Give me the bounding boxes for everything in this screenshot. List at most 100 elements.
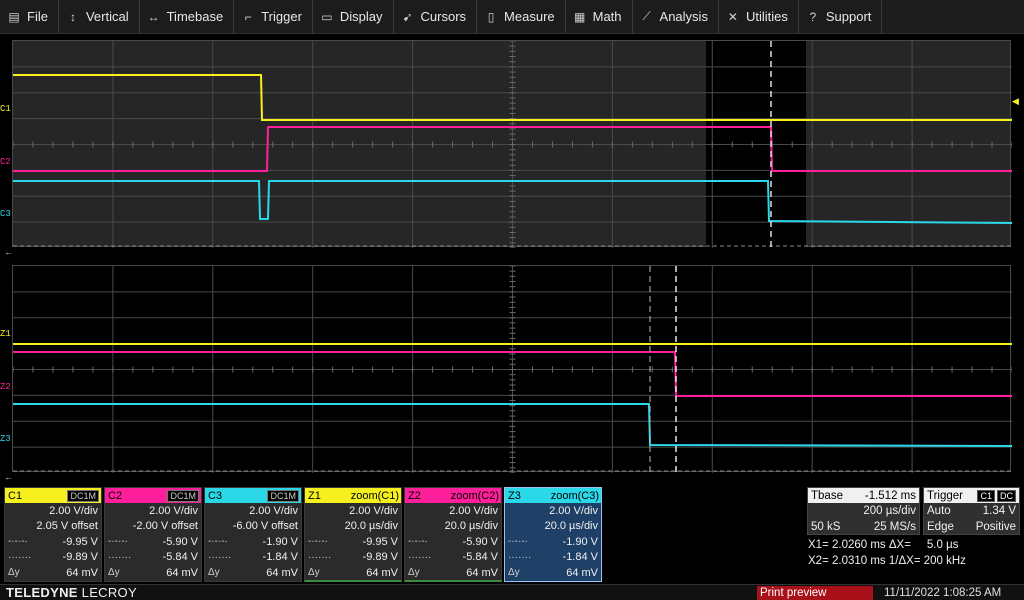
descriptor-vdiv: 2.00 V/div xyxy=(49,504,98,517)
menu-label: File xyxy=(27,9,48,24)
main-waveform-display xyxy=(13,41,1012,248)
descriptor-name: Z3 xyxy=(508,489,521,502)
timebase-label: Tbase xyxy=(811,489,843,502)
trigger-coupling: DC xyxy=(997,489,1016,502)
cursor-1-line-icon: -·-·-· xyxy=(508,536,528,548)
descriptor-delta-y: 64 mV xyxy=(566,566,598,579)
cursor-1-line-icon: -·-·-· xyxy=(308,536,328,548)
menu-label: Math xyxy=(592,9,622,24)
delta-y-label: Δy xyxy=(508,567,520,579)
descriptor-c2[interactable]: C2 DC1M 2.00 V/div -2.00 V offset -·-·-· -5.9… xyxy=(104,487,202,582)
measure-icon: ▯ xyxy=(487,9,495,24)
display-icon: ▭ xyxy=(321,9,333,24)
trigger-descriptor[interactable]: Trigger C1 DC Auto 1.34 V Edge Positive xyxy=(923,487,1020,535)
menu-math[interactable]: ▦ Math xyxy=(566,0,633,34)
descriptor-cursor1: -5.90 V xyxy=(462,535,498,548)
descriptor-cursor2: -1.84 V xyxy=(562,551,598,564)
cursor-1-line-icon: -·-·-· xyxy=(8,536,28,548)
descriptor-name: C3 xyxy=(208,489,223,502)
trigger-icon: ⌐ xyxy=(244,9,252,24)
cursor-2-line-icon: ······· xyxy=(508,551,532,563)
timebase-per-div: 200 µs/div xyxy=(863,505,916,517)
status-bar: TELEDYNE LECROY Print preview 11/11/2022… xyxy=(0,584,1024,600)
descriptor-tag: zoom(C2) xyxy=(450,489,499,502)
descriptor-cursor1: -9.95 V xyxy=(62,535,98,548)
trace-label-z1: Z1 xyxy=(0,329,11,339)
delta-y-label: Δy xyxy=(308,567,320,579)
menu-cursors[interactable]: ➹ Cursors xyxy=(394,0,478,34)
brand-logo: TELEDYNE LECROY xyxy=(6,585,137,600)
descriptor-vdiv: 2.00 V/div xyxy=(549,504,598,517)
descriptor-c3[interactable]: C3 DC1M 2.00 V/div -6.00 V offset -·-·-· -1.9… xyxy=(204,487,302,582)
timebase-descriptor[interactable]: Tbase -1.512 ms 200 µs/div 50 kS 25 MS/s xyxy=(807,487,920,535)
cursor-x2-readout: X2= 2.0310 ms 1/ΔX= 200 kHz xyxy=(808,555,966,567)
menu-vertical[interactable]: ↕ Vertical xyxy=(59,0,140,34)
cursor-readout[interactable]: X1= 2.0260 ms ΔX= 5.0 µs X2= 2.0310 ms 1… xyxy=(808,537,1020,569)
horizontal-arrows-icon: ↔ xyxy=(147,9,160,24)
zoom-waveform-grid[interactable] xyxy=(12,265,1012,473)
descriptor-vdiv: 2.00 V/div xyxy=(249,504,298,517)
menu-support[interactable]: ? Support xyxy=(799,0,883,34)
menu-label: Utilities xyxy=(745,9,788,24)
descriptor-name: C2 xyxy=(108,489,123,502)
descriptor-cursor2: -1.84 V xyxy=(262,551,298,564)
descriptor-cursor2: -9.89 V xyxy=(62,551,98,564)
descriptor-cursor2: -9.89 V xyxy=(362,551,398,564)
menu-file[interactable]: ▤ File xyxy=(0,0,59,34)
file-icon: ▤ xyxy=(8,9,20,24)
menu-measure[interactable]: ▯ Measure xyxy=(477,0,566,34)
scroll-left-icon[interactable]: ← xyxy=(4,472,13,482)
descriptor-tag: zoom(C3) xyxy=(550,489,599,502)
descriptor-cursor1: -9.95 V xyxy=(362,535,398,548)
trigger-type: Edge xyxy=(927,521,954,533)
descriptor-offset: -6.00 V offset xyxy=(232,520,298,533)
trigger-mode: Auto xyxy=(927,505,951,517)
delta-y-label: Δy xyxy=(8,567,20,579)
descriptor-z3[interactable]: Z3 zoom(C3) 2.00 V/div 20.0 µs/div -·-·-· -1.… xyxy=(504,487,602,582)
timebase-rate: 25 MS/s xyxy=(873,521,916,533)
descriptor-delta-y: 64 mV xyxy=(466,566,498,579)
help-icon: ? xyxy=(809,9,817,24)
menu-label: Analysis xyxy=(659,9,708,24)
descriptor-z2[interactable]: Z2 zoom(C2) 2.00 V/div 20.0 µs/div -·-·-· -5.… xyxy=(404,487,502,582)
descriptor-delta-y: 64 mV xyxy=(166,566,198,579)
trigger-level-marker-icon[interactable]: ◀ xyxy=(1012,96,1019,107)
cursor-2-line-icon: ······· xyxy=(308,551,332,563)
descriptor-name: Z2 xyxy=(408,489,421,502)
descriptor-cursor2: -5.84 V xyxy=(162,551,198,564)
timebase-delay: -1.512 ms xyxy=(864,489,916,502)
scroll-left-icon[interactable]: ← xyxy=(4,247,13,257)
descriptor-cursor1: -5.90 V xyxy=(162,535,198,548)
trace-label-c2: C2 xyxy=(0,157,11,167)
delta-y-label: Δy xyxy=(408,567,420,579)
descriptor-c1[interactable]: C1 DC1M 2.00 V/div 2.05 V offset -·-·-· -9.95… xyxy=(4,487,102,582)
analysis-chart-icon: ⟋ xyxy=(642,9,651,23)
cursor-1-line-icon: -·-·-· xyxy=(108,536,128,548)
trigger-slope: Positive xyxy=(975,521,1016,533)
menu-label: Trigger xyxy=(261,9,302,24)
menu-label: Timebase xyxy=(166,9,224,24)
menu-utilities[interactable]: ✕ Utilities xyxy=(719,0,799,34)
menu-label: Measure xyxy=(504,9,555,24)
descriptor-tag: DC1M xyxy=(167,489,199,502)
menu-trigger[interactable]: ⌐ Trigger xyxy=(234,0,313,34)
trace-label-c1: C1 xyxy=(0,104,11,114)
main-waveform-grid[interactable] xyxy=(12,40,1012,248)
vertical-arrows-icon: ↕ xyxy=(69,9,76,24)
print-preview-button[interactable]: Print preview xyxy=(757,586,873,600)
cursor-icon: ➹ xyxy=(402,9,413,24)
descriptor-tag: DC1M xyxy=(67,489,99,502)
descriptor-z1[interactable]: Z1 zoom(C1) 2.00 V/div 20.0 µs/div -·-·-· -9.… xyxy=(304,487,402,582)
trigger-label: Trigger xyxy=(927,489,963,502)
menu-display[interactable]: ▭ Display xyxy=(313,0,394,34)
menu-label: Cursors xyxy=(420,9,467,24)
descriptor-delta-y: 64 mV xyxy=(66,566,98,579)
menu-analysis[interactable]: ⟋ Analysis xyxy=(633,0,719,34)
cursor-2-line-icon: ······· xyxy=(8,551,32,563)
cursor-2-line-icon: ······· xyxy=(208,551,232,563)
menu-timebase[interactable]: ↔ Timebase xyxy=(140,0,235,34)
menu-label: Vertical xyxy=(85,9,129,24)
cursor-1-line-icon: -·-·-· xyxy=(208,536,228,548)
descriptor-offset: 20.0 µs/div xyxy=(444,520,498,533)
menu-label: Display xyxy=(339,9,383,24)
